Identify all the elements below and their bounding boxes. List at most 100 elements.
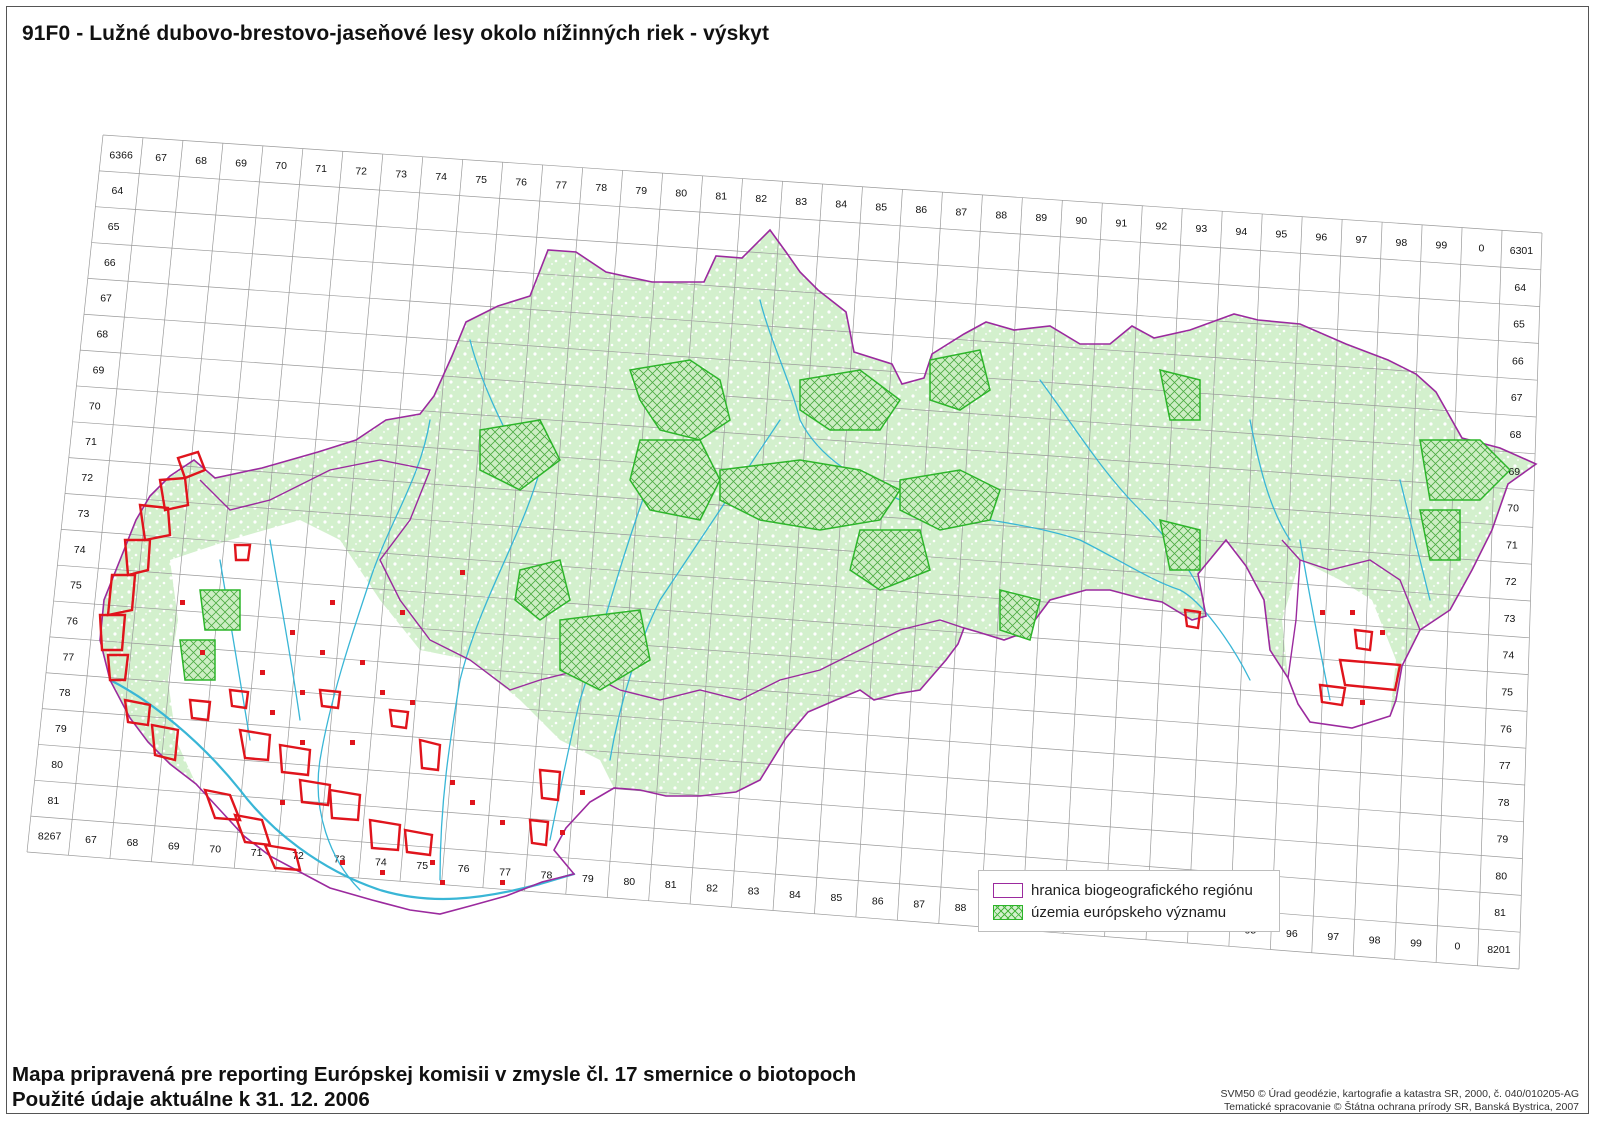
habitat-point [290,630,295,635]
grid-label: 89 [1035,212,1047,224]
habitat-point [330,600,335,605]
habitat-point [1380,630,1385,635]
grid-label: 76 [1500,723,1512,735]
grid-label: 71 [315,163,327,175]
credits-line-2: Tematické spracovanie © Štátna ochrana p… [1224,1101,1579,1113]
grid-label: 82 [755,193,767,205]
map-footer: Mapa pripravená pre reporting Európskej … [12,1062,856,1112]
grid-label: 83 [795,196,807,208]
grid-label: 67 [85,834,97,846]
grid-label: 84 [835,199,847,211]
grid-label: 79 [582,873,594,885]
legend-label: hranica biogeografického regiónu [1031,881,1253,899]
habitat-point [340,860,345,865]
habitat-point [320,650,325,655]
region-boundary-swatch [993,882,1023,898]
grid-label: 64 [111,185,123,197]
grid-label: 75 [1501,686,1513,698]
habitat-point [180,600,185,605]
grid-label: 67 [1511,392,1523,404]
habitat-point [430,860,435,865]
grid-label: 86 [915,204,927,216]
grid-label: 70 [275,160,287,172]
grid-label: 90 [1075,215,1087,227]
grid-label: 78 [1498,797,1510,809]
grid-label: 74 [1503,650,1515,662]
grid-label: 85 [875,201,887,213]
habitat-point [270,710,275,715]
grid-label: 65 [1513,319,1525,331]
grid-label: 0 [1455,941,1461,953]
grid-label: 68 [1510,429,1522,441]
grid-label: 78 [59,687,71,699]
grid-label: 94 [1236,226,1248,238]
footer-line-2: Použité údaje aktuálne k 31. 12. 2006 [12,1088,370,1111]
habitat-point [460,570,465,575]
grid-label: 80 [623,876,635,888]
grid-label: 72 [1505,576,1517,588]
grid-label: 78 [595,182,607,194]
grid-label: 81 [48,795,60,807]
map-canvas: 6366 67 68 69 70 71 72 73 74 75 76 77 78 79 80 81 82 83 84… [26,134,1543,970]
grid-label: 74 [375,857,387,869]
habitat-point [560,830,565,835]
grid-label: 80 [675,188,687,200]
grid-label: 81 [715,190,727,202]
grid-label: 77 [555,179,567,191]
grid-label: 66 [104,257,116,269]
grid-label: 87 [913,899,925,911]
grid-label: 68 [195,155,207,167]
habitat-point [280,800,285,805]
grid-label: 91 [1115,218,1127,230]
grid-label: 99 [1436,240,1448,252]
grid-label: 98 [1396,237,1408,249]
grid-line [26,851,1520,970]
grid-label: 85 [831,892,843,904]
grid-label: 99 [1410,938,1422,950]
grid-label: 75 [70,580,82,592]
grid-label: 70 [1507,503,1519,515]
credits-line-1: SVM50 © Úrad geodézie, kartografie a kat… [1220,1088,1579,1100]
habitat-point [380,690,385,695]
grid-label: 8201 [1487,944,1511,956]
grid-label: 74 [435,171,447,183]
habitat-point [380,870,385,875]
habitat-point [580,790,585,795]
grid-label: 73 [1504,613,1516,625]
habitat-point [1320,610,1325,615]
grid-label: 98 [1369,934,1381,946]
legend-item-european-sites: územia európskeho významu [993,903,1226,921]
european-sites-swatch [993,904,1023,920]
habitat-point [410,700,415,705]
grid-label: 67 [155,152,167,164]
habitat-point [440,880,445,885]
grid-label: 67 [100,293,112,305]
legend-label: územia európskeho významu [1031,903,1227,921]
grid-label: 97 [1356,234,1368,246]
grid-line [102,134,1543,234]
grid-label: 77 [499,866,511,878]
habitat-point [500,820,505,825]
grid-label: 87 [955,207,967,219]
grid-label: 6301 [1510,245,1534,257]
habitat-point [1360,700,1365,705]
habitat-point [350,740,355,745]
grid-label: 65 [108,221,120,233]
grid-label: 95 [1276,229,1288,241]
grid-label: 96 [1316,231,1328,243]
grid-label: 76 [515,177,527,189]
grid-label: 81 [1494,907,1506,919]
grid-label: 69 [168,840,180,852]
grid-label: 79 [1497,834,1509,846]
grid-label: 83 [748,886,760,898]
grid-label: 75 [475,174,487,186]
grid-label: 96 [1286,928,1298,940]
grid-label: 74 [74,544,86,556]
grid-label: 68 [127,837,139,849]
grid-label: 93 [1196,223,1208,235]
grid-label: 77 [63,651,75,663]
grid-label: 72 [355,166,367,178]
habitat-point [260,670,265,675]
grid-label: 79 [635,185,647,197]
habitat-point [500,880,505,885]
